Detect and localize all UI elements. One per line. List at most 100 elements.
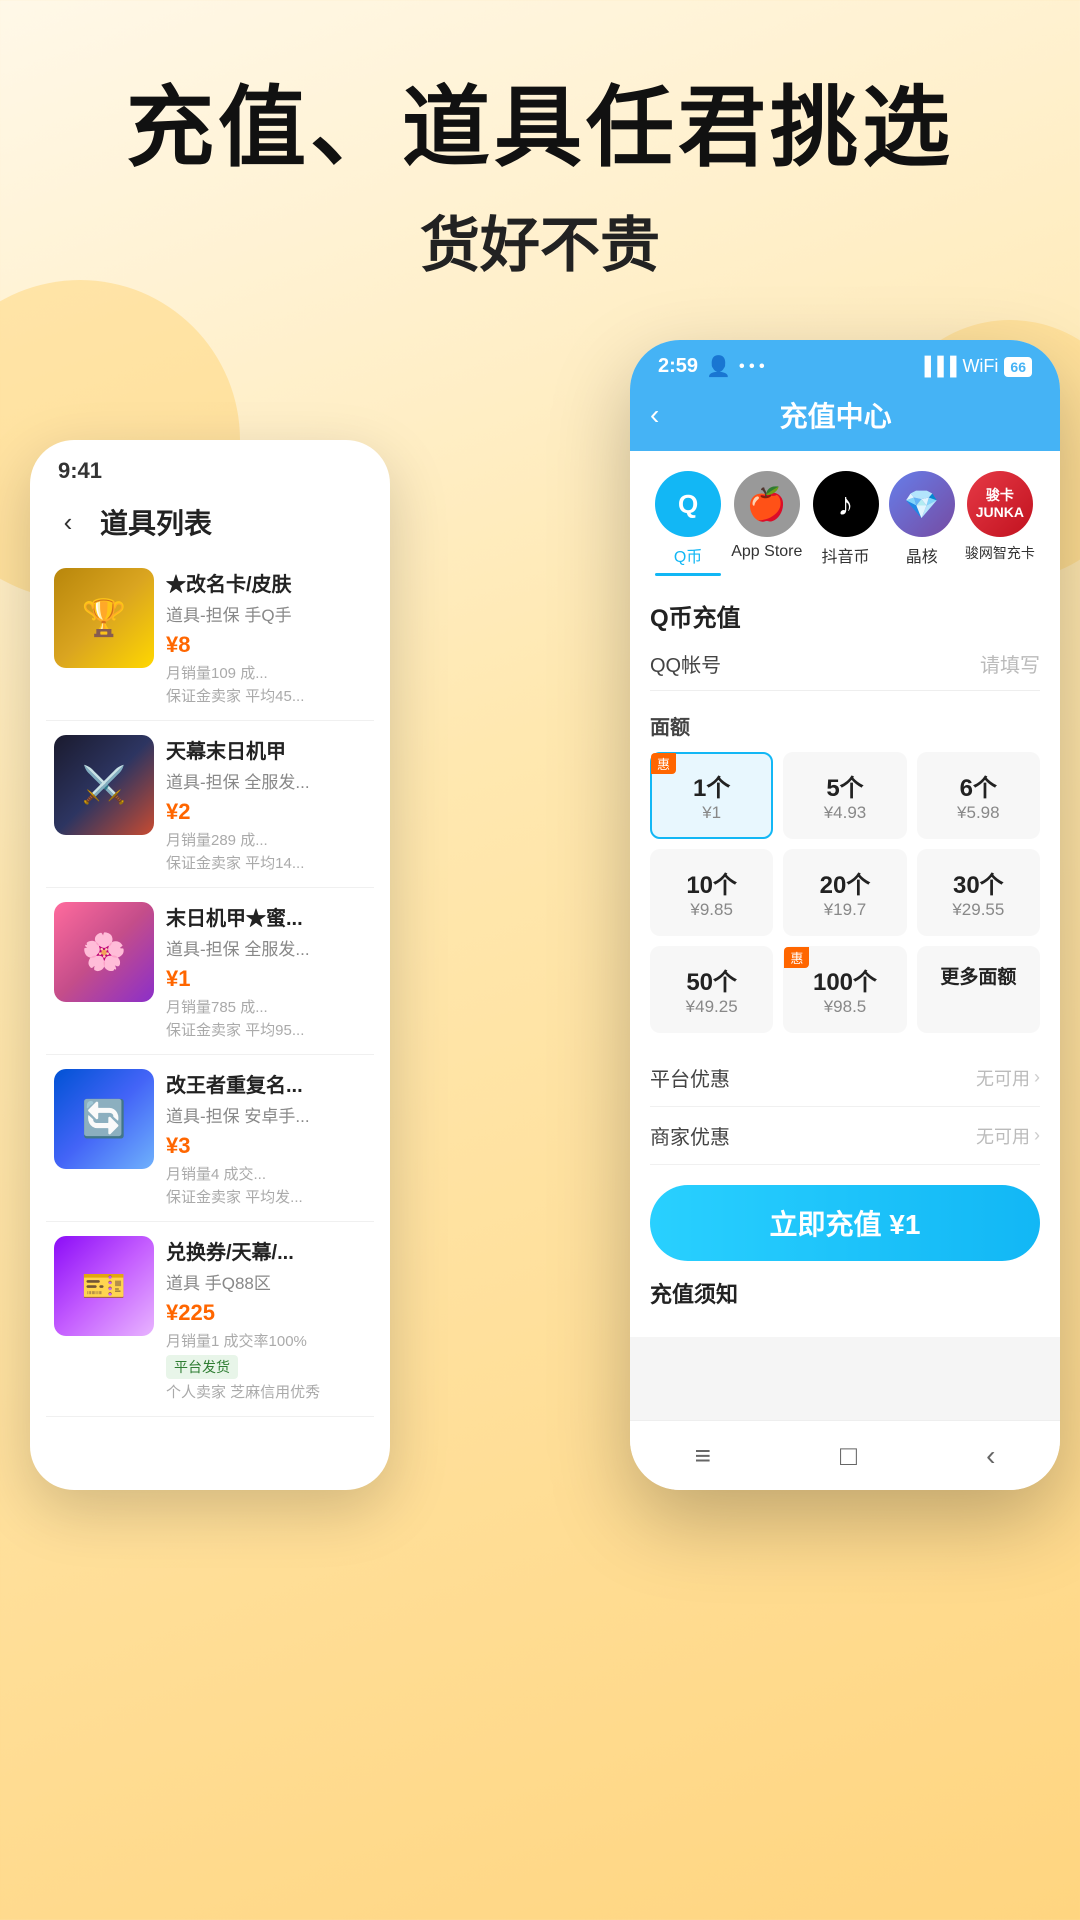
- right-header: ‹ 充值中心: [630, 387, 1060, 451]
- item-type: 道具-担保 全服发...: [166, 935, 366, 960]
- denom-10[interactable]: 10个 ¥9.85: [650, 849, 773, 936]
- item-guarantee: 保证金卖家 平均45...: [166, 685, 366, 706]
- item-price: ¥3: [166, 1133, 366, 1159]
- item-type: 道具-担保 安卓手...: [166, 1102, 366, 1127]
- item-sales: 月销量1 成交率100%: [166, 1330, 366, 1351]
- item-price: ¥1: [166, 966, 366, 992]
- item-sales: 月销量785 成...: [166, 996, 366, 1017]
- item-info: 末日机甲★蜜... 道具-担保 全服发... ¥1 月销量785 成... 保证…: [166, 902, 366, 1040]
- item-type: 道具 手Q88区: [166, 1269, 366, 1294]
- hui-badge: 惠: [651, 753, 676, 774]
- right-status-icons: ▐▐▐ WiFi 66: [918, 356, 1032, 377]
- nav-home-icon[interactable]: □: [840, 1440, 857, 1472]
- right-status-time: 2:59 👤 • • •: [658, 354, 765, 379]
- item-name: ★改名卡/皮肤: [166, 568, 366, 597]
- category-appstore[interactable]: 🍎 App Store: [731, 471, 802, 576]
- charge-button[interactable]: 立即充值 ¥1: [650, 1185, 1040, 1261]
- left-header: ‹ 道具列表: [30, 494, 390, 554]
- platform-discount-label: 平台优惠: [650, 1063, 730, 1092]
- item-image: 🏆: [54, 568, 154, 668]
- chevron-right-icon-2: ›: [1034, 1125, 1040, 1146]
- item-image: ⚔️: [54, 735, 154, 835]
- junka-icon: 骏卡JUNKA: [967, 471, 1033, 537]
- left-back-button[interactable]: ‹: [50, 504, 86, 540]
- nav-back-icon[interactable]: ‹: [986, 1440, 995, 1472]
- category-appstore-label: App Store: [731, 543, 802, 561]
- category-junka[interactable]: 骏卡JUNKA 骏网智充卡: [965, 471, 1035, 576]
- platform-discount-row[interactable]: 平台优惠 无可用 ›: [650, 1049, 1040, 1107]
- hui-badge-100: 惠: [784, 947, 809, 968]
- denom-5[interactable]: 5个 ¥4.93: [783, 752, 906, 839]
- list-item[interactable]: ⚔️ 天幕末日机甲 道具-担保 全服发... ¥2 月销量289 成... 保证…: [46, 721, 374, 888]
- battery-icon: 66: [1004, 357, 1032, 377]
- category-qq[interactable]: Q Q币: [655, 471, 721, 576]
- right-bottom-nav: ≡ □ ‹: [630, 1420, 1060, 1490]
- category-row: Q Q币 🍎 App Store ♪ 抖音币 💎 晶核 骏卡JUNKA: [650, 471, 1040, 576]
- nav-menu-icon[interactable]: ≡: [695, 1440, 711, 1472]
- item-extra: 个人卖家 芝麻信用优秀: [166, 1381, 366, 1402]
- qq-input-row: QQ帐号 请填写: [650, 649, 1040, 691]
- category-douyin-label: 抖音币: [822, 543, 870, 567]
- item-image: 🔄: [54, 1069, 154, 1169]
- category-junka-label: 骏网智充卡: [965, 543, 1035, 563]
- header-area: 充值、道具任君挑选 货好不贵: [0, 0, 1080, 284]
- item-info: 改王者重复名... 道具-担保 安卓手... ¥3 月销量4 成交... 保证金…: [166, 1069, 366, 1207]
- denom-more[interactable]: 更多面额: [917, 946, 1040, 1033]
- list-item[interactable]: 🌸 末日机甲★蜜... 道具-担保 全服发... ¥1 月销量785 成... …: [46, 888, 374, 1055]
- merchant-discount-label: 商家优惠: [650, 1121, 730, 1150]
- denomination-grid: 惠 1个 ¥1 5个 ¥4.93 6个 ¥5.98 10个 ¥9.85 20: [650, 752, 1040, 1033]
- list-item[interactable]: 🔄 改王者重复名... 道具-担保 安卓手... ¥3 月销量4 成交... 保…: [46, 1055, 374, 1222]
- item-type: 道具-担保 全服发...: [166, 768, 366, 793]
- right-content: Q Q币 🍎 App Store ♪ 抖音币 💎 晶核 骏卡JUNKA: [630, 451, 1060, 1337]
- category-qq-label: Q币: [674, 543, 702, 567]
- category-douyin[interactable]: ♪ 抖音币: [813, 471, 879, 576]
- headline: 充值、道具任君挑选: [0, 80, 1080, 177]
- item-price: ¥2: [166, 799, 366, 825]
- item-price: ¥8: [166, 632, 366, 658]
- crystal-icon: 💎: [889, 471, 955, 537]
- list-item[interactable]: 🎫 兑换券/天幕/... 道具 手Q88区 ¥225 月销量1 成交率100% …: [46, 1222, 374, 1417]
- right-status-bar: 2:59 👤 • • • ▐▐▐ WiFi 66: [630, 340, 1060, 387]
- item-name: 天幕末日机甲: [166, 735, 366, 764]
- category-crystal-label: 晶核: [906, 543, 938, 567]
- denom-6[interactable]: 6个 ¥5.98: [917, 752, 1040, 839]
- item-sales: 月销量109 成...: [166, 662, 366, 683]
- denom-1[interactable]: 惠 1个 ¥1: [650, 752, 773, 839]
- category-crystal[interactable]: 💎 晶核: [889, 471, 955, 576]
- item-sales: 月销量289 成...: [166, 829, 366, 850]
- merchant-discount-value: 无可用 ›: [976, 1123, 1040, 1149]
- item-info: 天幕末日机甲 道具-担保 全服发... ¥2 月销量289 成... 保证金卖家…: [166, 735, 366, 873]
- denomination-label: 面额: [650, 711, 1040, 740]
- item-type: 道具-担保 手Q手: [166, 601, 366, 626]
- platform-discount-value: 无可用 ›: [976, 1065, 1040, 1091]
- chevron-right-icon: ›: [1034, 1067, 1040, 1088]
- qq-input-placeholder[interactable]: 请填写: [980, 649, 1040, 678]
- item-guarantee: 保证金卖家 平均发...: [166, 1186, 366, 1207]
- notice-title: 充值须知: [650, 1277, 1040, 1309]
- active-indicator: [655, 573, 721, 576]
- item-info: ★改名卡/皮肤 道具-担保 手Q手 ¥8 月销量109 成... 保证金卖家 平…: [166, 568, 366, 706]
- item-guarantee: 保证金卖家 平均14...: [166, 852, 366, 873]
- denom-50[interactable]: 50个 ¥49.25: [650, 946, 773, 1033]
- right-page-title: 充值中心: [673, 395, 998, 435]
- denom-20[interactable]: 20个 ¥19.7: [783, 849, 906, 936]
- platform-badge: 平台发货: [166, 1355, 238, 1379]
- left-status-time: 9:41: [30, 440, 390, 494]
- apple-icon: 🍎: [734, 471, 800, 537]
- item-image: 🎫: [54, 1236, 154, 1336]
- merchant-discount-row[interactable]: 商家优惠 无可用 ›: [650, 1107, 1040, 1165]
- list-item[interactable]: 🏆 ★改名卡/皮肤 道具-担保 手Q手 ¥8 月销量109 成... 保证金卖家…: [46, 554, 374, 721]
- left-page-title: 道具列表: [100, 502, 212, 542]
- item-list: 🏆 ★改名卡/皮肤 道具-担保 手Q手 ¥8 月销量109 成... 保证金卖家…: [30, 554, 390, 1417]
- qq-input-label: QQ帐号: [650, 649, 721, 678]
- item-info: 兑换券/天幕/... 道具 手Q88区 ¥225 月销量1 成交率100% 平台…: [166, 1236, 366, 1402]
- denom-100[interactable]: 惠 100个 ¥98.5: [783, 946, 906, 1033]
- right-back-button[interactable]: ‹: [650, 399, 659, 431]
- item-price: ¥225: [166, 1300, 366, 1326]
- douyin-icon: ♪: [813, 471, 879, 537]
- user-icon: 👤: [706, 354, 731, 379]
- qq-icon: Q: [655, 471, 721, 537]
- left-phone: 9:41 ‹ 道具列表 🏆 ★改名卡/皮肤 道具-担保 手Q手 ¥8 月销量10…: [30, 440, 390, 1490]
- right-phone: 2:59 👤 • • • ▐▐▐ WiFi 66 ‹ 充值中心 Q Q币: [630, 340, 1060, 1490]
- denom-30[interactable]: 30个 ¥29.55: [917, 849, 1040, 936]
